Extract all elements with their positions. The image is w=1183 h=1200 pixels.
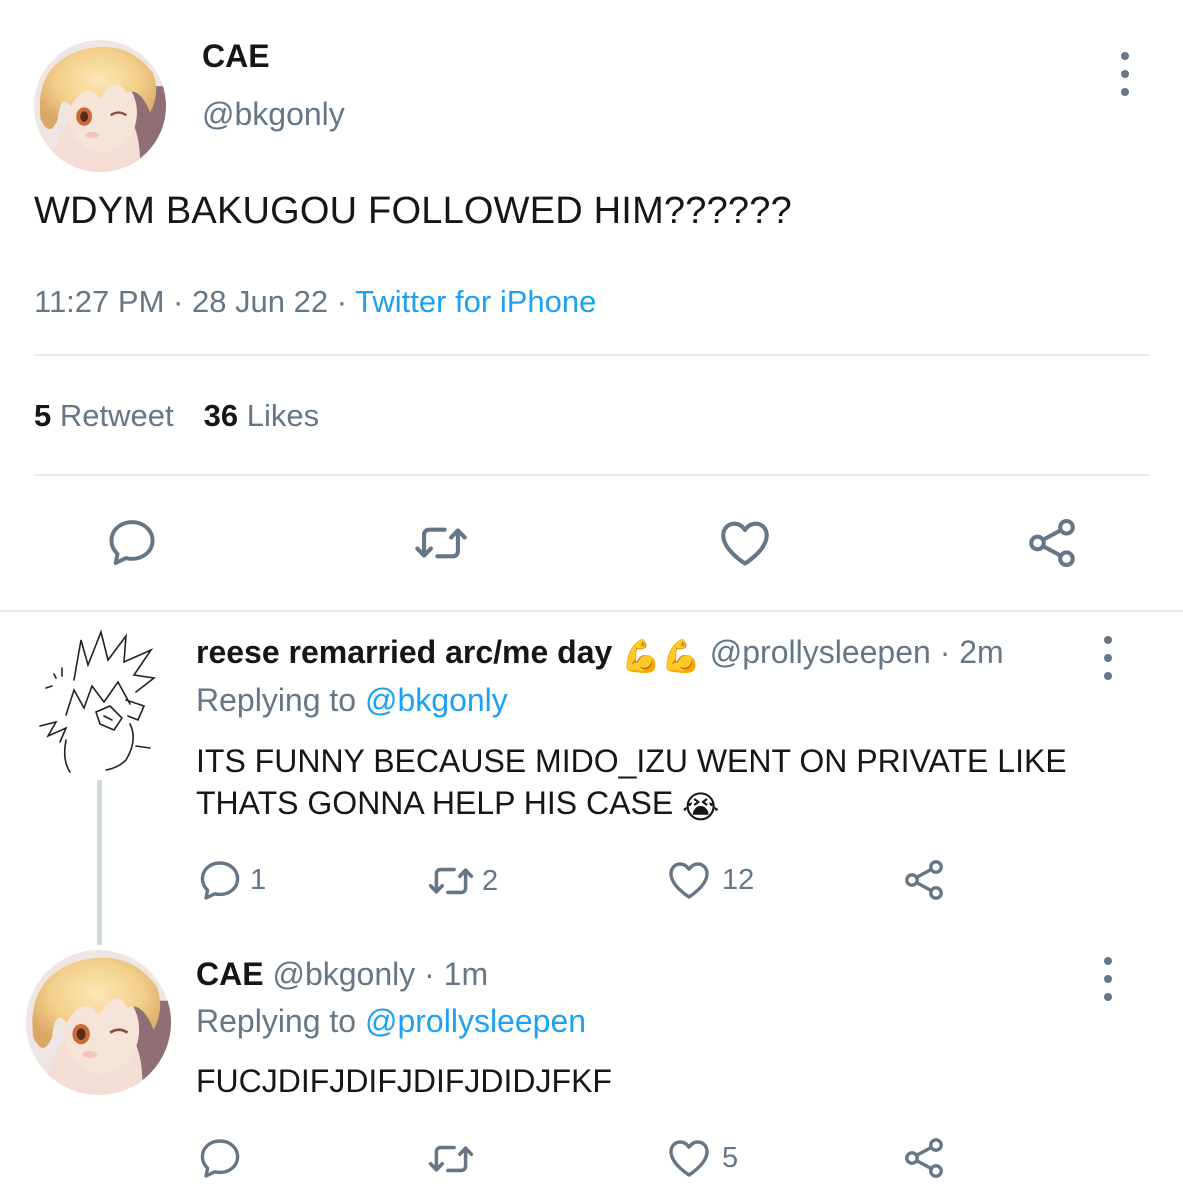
- author-display-name[interactable]: CAE: [202, 38, 270, 75]
- likes-stat[interactable]: 36 Likes: [204, 398, 319, 433]
- retweet-icon: [424, 1134, 478, 1184]
- reply-count: 1: [250, 863, 267, 896]
- flexed-biceps-emoji: 💪💪: [621, 638, 701, 674]
- author-handle[interactable]: @bkgonly: [202, 96, 345, 133]
- author-avatar[interactable]: [34, 40, 166, 172]
- reply-button[interactable]: 1: [196, 856, 266, 904]
- meta-separator: ·: [328, 284, 356, 319]
- retweet-button[interactable]: [424, 1134, 478, 1184]
- retweet-count: 2: [482, 864, 499, 897]
- replying-prefix: Replying to: [196, 682, 365, 718]
- reply-text: ITS FUNNY BECAUSE MIDO_IZU WENT ON PRIVA…: [196, 740, 1116, 828]
- reply-time: 2m: [959, 634, 1004, 670]
- share-button[interactable]: [900, 856, 948, 904]
- retweet-count: 5: [34, 398, 52, 433]
- like-count: 12: [722, 863, 755, 896]
- reply-time: 1m: [443, 956, 489, 992]
- replying-to: Replying to @bkgonly: [196, 682, 508, 719]
- tweet-date: 28 Jun 22: [191, 284, 329, 319]
- reply-handle[interactable]: @prollysleepen: [710, 634, 931, 670]
- reply-avatar[interactable]: [26, 950, 171, 1095]
- tweet-time: 11:27 PM: [34, 284, 165, 319]
- replying-prefix: Replying to: [196, 1003, 365, 1039]
- like-count: 36: [203, 398, 239, 433]
- section-divider: [0, 610, 1183, 612]
- like-count: 5: [722, 1141, 739, 1174]
- reply-display-name[interactable]: CAE: [196, 956, 264, 992]
- more-icon[interactable]: [1113, 52, 1137, 96]
- reply-header: CAE @bkgonly · 1m: [196, 956, 488, 993]
- reply-button[interactable]: [104, 514, 160, 570]
- like-button[interactable]: 12: [664, 856, 754, 904]
- thread-line: [97, 780, 102, 945]
- share-button[interactable]: [1022, 514, 1082, 572]
- more-icon[interactable]: [1096, 957, 1120, 1001]
- reply-header: reese remarried arc/me day 💪💪 @prollysle…: [196, 634, 1004, 675]
- reply-avatar[interactable]: [26, 620, 166, 780]
- divider: [34, 354, 1149, 356]
- more-icon[interactable]: [1096, 636, 1120, 680]
- retweet-icon: [410, 514, 472, 572]
- like-label: Likes: [246, 398, 320, 433]
- share-button[interactable]: [900, 1134, 948, 1182]
- retweet-button[interactable]: 2: [424, 856, 498, 906]
- replying-to-link[interactable]: @prollysleepen: [365, 1003, 586, 1039]
- share-icon: [900, 1134, 948, 1182]
- like-button[interactable]: 5: [664, 1134, 738, 1182]
- share-icon: [1022, 514, 1082, 572]
- reply-body: ITS FUNNY BECAUSE MIDO_IZU WENT ON PRIVA…: [196, 743, 1067, 821]
- meta-separator: ·: [164, 284, 192, 319]
- reply-display-name[interactable]: reese remarried arc/me day: [196, 634, 612, 670]
- like-button[interactable]: [714, 514, 776, 572]
- like-icon: [714, 514, 776, 572]
- reply-icon: [196, 1134, 244, 1182]
- like-icon: [664, 856, 714, 904]
- reply-button[interactable]: [196, 1134, 244, 1182]
- share-icon: [900, 856, 948, 904]
- reply-text: FUCJDIFJDIFJDIFJDIDJFKF: [196, 1063, 612, 1099]
- replying-to-link[interactable]: @bkgonly: [365, 682, 508, 718]
- replying-to: Replying to @prollysleepen: [196, 1003, 586, 1040]
- retweets-stat[interactable]: 5 Retweet: [34, 398, 174, 433]
- tweet-stats: 5 Retweet 36 Likes: [34, 398, 319, 434]
- tweet-meta: 11:27 PM · 28 Jun 22 · Twitter for iPhon…: [34, 284, 596, 320]
- crying-emoji: 😭: [682, 789, 720, 825]
- reply-handle[interactable]: @bkgonly: [272, 956, 415, 992]
- divider: [34, 474, 1149, 476]
- reply-icon: [196, 856, 244, 904]
- retweet-label: Retweet: [59, 398, 174, 433]
- like-icon: [664, 1134, 714, 1182]
- retweet-icon: [424, 856, 478, 906]
- time-separator: ·: [930, 634, 960, 670]
- tweet-text: WDYM BAKUGOU FOLLOWED HIM??????: [34, 190, 792, 232]
- reply-icon: [104, 514, 160, 570]
- tweet-source-link[interactable]: Twitter for iPhone: [355, 284, 596, 319]
- time-separator: ·: [415, 956, 444, 992]
- retweet-button[interactable]: [410, 514, 472, 572]
